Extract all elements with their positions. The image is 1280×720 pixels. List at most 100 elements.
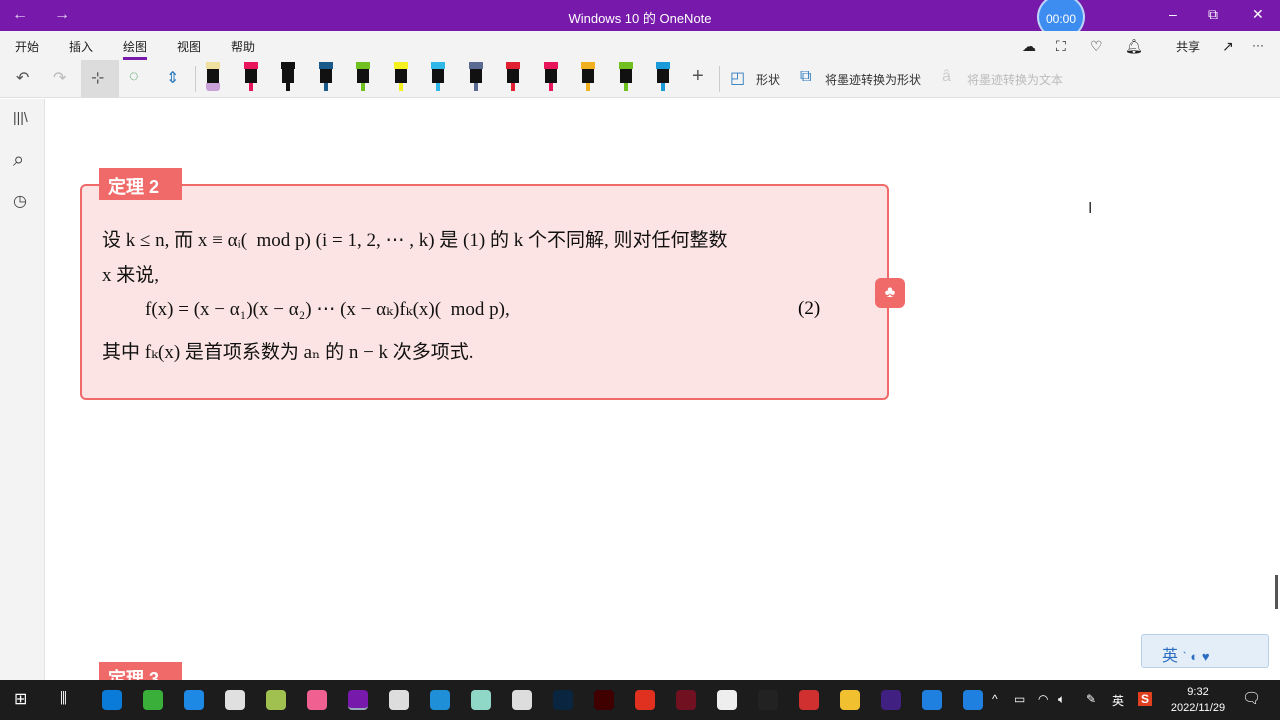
redo-icon[interactable]: ↷ [53, 68, 66, 88]
pen-cap [281, 62, 295, 69]
taskbar-app-icon[interactable] [512, 690, 532, 710]
pen-7[interactable] [431, 62, 445, 92]
ink-to-text-button: 将墨迹转换为文本 [967, 73, 1064, 87]
pen-6[interactable] [393, 62, 408, 92]
lasso-select-button[interactable]: ⊹ [81, 60, 119, 98]
tray-chevron-icon[interactable]: ^ [992, 692, 998, 706]
task-view-icon[interactable]: ⫼ [60, 690, 67, 707]
pen-icon[interactable]: ✎ [1086, 692, 1096, 706]
ime-icons: ˋ ◐ ♥ [1182, 649, 1210, 664]
pen-tip [473, 83, 478, 91]
pen-2[interactable] [243, 62, 258, 92]
pen-3[interactable] [281, 62, 295, 92]
taskbar-app-icon[interactable] [635, 690, 655, 710]
taskbar-app-icon[interactable] [102, 690, 122, 710]
pen-9[interactable] [506, 62, 520, 92]
minimize-button[interactable]: – [1169, 6, 1177, 22]
input-language[interactable]: 英 [1112, 692, 1124, 709]
battery-icon[interactable]: ▭ [1014, 692, 1025, 706]
pen-cap [243, 62, 258, 69]
more-button[interactable]: ··· [1252, 38, 1264, 52]
notebooks-icon[interactable]: |||\ [13, 109, 28, 125]
taskbar-app-icon[interactable] [676, 690, 696, 710]
pen-cap [206, 62, 220, 69]
pen-12[interactable] [618, 62, 633, 92]
tab-insert[interactable]: 插入 [69, 38, 93, 55]
share-button[interactable]: 共享 [1176, 38, 1200, 55]
pen-11[interactable] [581, 62, 595, 92]
pen-13[interactable] [656, 62, 670, 92]
theorem-line-1: 设 k ≤ n, 而 x ≡ αᵢ( mod p) (i = 1, 2, ⋯ ,… [102, 230, 728, 251]
fullscreen-icon[interactable]: ⛶ [1056, 38, 1066, 55]
tab-view[interactable]: 视图 [177, 38, 201, 55]
pen-tip [623, 83, 628, 91]
lightbulb-icon[interactable]: ♡ [1090, 38, 1103, 55]
shapes-button[interactable]: 形状 [756, 71, 780, 88]
sogou-icon[interactable]: S [1138, 692, 1153, 706]
restore-button[interactable]: ⧉ [1208, 6, 1218, 23]
ink-to-shape-button[interactable]: 将墨迹转换为形状 [825, 71, 921, 88]
shape-select-icon[interactable]: ◌ [129, 68, 139, 86]
clover-icon[interactable]: ♣ [875, 278, 905, 308]
taskbar-app-icon[interactable] [881, 690, 901, 710]
pen-cap [656, 62, 670, 69]
pen-body [619, 69, 632, 83]
taskbar-app-icon[interactable] [594, 690, 614, 710]
pen-8[interactable] [468, 62, 483, 92]
wifi-icon[interactable]: ◠ [1038, 692, 1048, 706]
notifications-icon[interactable]: 🗨︎ [1242, 689, 1261, 707]
ink-to-shape-icon[interactable]: ⧉ [800, 68, 811, 86]
add-space-icon[interactable]: ⇕ [166, 68, 179, 88]
taskbar-app-icon[interactable] [799, 690, 819, 710]
pen-body [544, 69, 557, 83]
pen-tip [586, 83, 590, 91]
bell-icon[interactable]: 🔔︎ [1125, 38, 1143, 55]
taskbar-app-icon[interactable] [143, 690, 163, 710]
volume-icon[interactable]: 🔈︎ [1058, 692, 1065, 707]
taskbar-app-icon[interactable] [307, 690, 327, 710]
sidebar: |||\ ⌕ ◷ [0, 99, 45, 680]
taskbar-app-icon[interactable] [225, 690, 245, 710]
pen-body [394, 69, 407, 83]
lasso-icon: ⊹ [91, 70, 105, 87]
taskbar-app-icon[interactable] [430, 690, 450, 710]
clock[interactable]: 9:32 2022/11/29 [1163, 684, 1233, 716]
taskbar-app-icon[interactable] [758, 690, 778, 710]
tab-draw[interactable]: 绘图 [123, 38, 148, 60]
pen-tip [436, 83, 440, 91]
pen-4[interactable] [318, 62, 333, 92]
ime-language[interactable]: 英 [1162, 648, 1178, 665]
pen-cap [393, 62, 408, 69]
time: 9:32 [1187, 686, 1209, 698]
tab-home[interactable]: 开始 [15, 38, 39, 55]
date: 2022/11/29 [1170, 702, 1226, 714]
pen-5[interactable] [356, 62, 370, 92]
recent-icon[interactable]: ◷ [13, 191, 27, 211]
taskbar-app-icon[interactable] [553, 690, 573, 710]
pen-body [432, 69, 444, 83]
shapes-icon[interactable]: ◰ [730, 68, 745, 88]
taskbar-app-icon[interactable] [471, 690, 491, 710]
ime-toolbar[interactable]: 英 ˋ ◐ ♥ [1141, 634, 1269, 668]
taskbar-app-icon[interactable] [266, 690, 286, 710]
undo-icon[interactable]: ↶ [16, 68, 29, 88]
close-button[interactable]: ✕ [1252, 6, 1264, 23]
scrollbar[interactable] [1275, 575, 1278, 609]
add-pen-button[interactable]: + [692, 65, 704, 88]
taskbar-app-icon[interactable] [840, 690, 860, 710]
pen-tip [361, 83, 365, 91]
sync-icon[interactable]: ☁ [1022, 38, 1036, 55]
pen-10[interactable] [543, 62, 558, 92]
taskbar-app-icon[interactable] [348, 690, 368, 710]
search-icon[interactable]: ⌕ [13, 149, 24, 172]
start-icon[interactable]: ⊞ [14, 689, 27, 709]
pen-1[interactable] [206, 62, 220, 92]
pen-tip [511, 83, 515, 91]
taskbar-app-icon[interactable] [963, 690, 983, 710]
tab-help[interactable]: 帮助 [231, 38, 255, 55]
expand-icon[interactable]: ↗ [1222, 38, 1234, 55]
taskbar-app-icon[interactable] [717, 690, 737, 710]
taskbar-app-icon[interactable] [922, 690, 942, 710]
taskbar-app-icon[interactable] [184, 690, 204, 710]
taskbar-app-icon[interactable] [389, 690, 409, 710]
